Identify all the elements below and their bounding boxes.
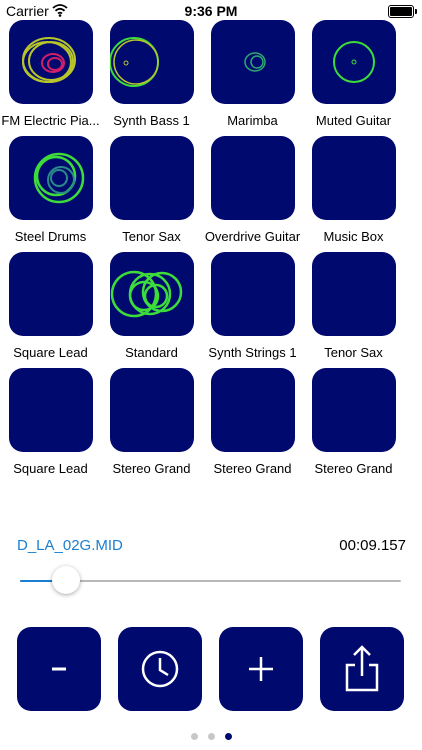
instrument-label: Standard bbox=[125, 345, 178, 360]
instrument-label: Muted Guitar bbox=[315, 113, 392, 128]
instrument-cell[interactable]: Music Box bbox=[303, 136, 404, 252]
playback-slider-thumb[interactable] bbox=[51, 566, 80, 594]
waveform-rings-visual bbox=[33, 152, 85, 204]
instrument-cell[interactable]: Marimba bbox=[202, 20, 303, 136]
instrument-label: Music Box bbox=[323, 229, 384, 244]
battery-icon bbox=[388, 5, 417, 18]
page-dot[interactable] bbox=[207, 733, 215, 740]
instrument-pad[interactable] bbox=[312, 20, 396, 104]
instrument-pad[interactable] bbox=[211, 136, 295, 220]
instrument-label: Square Lead bbox=[13, 345, 88, 360]
minus-icon bbox=[52, 667, 66, 671]
instrument-label: Stereo Grand bbox=[213, 461, 292, 476]
share-button[interactable] bbox=[320, 627, 404, 711]
waveform-rings-visual bbox=[110, 37, 159, 87]
instrument-label: Synth Bass 1 bbox=[113, 113, 190, 128]
elapsed-time: 00:09.157 bbox=[339, 537, 406, 554]
clock-icon bbox=[141, 650, 179, 688]
app-screen: Carrier 9:36 PM FM Electric Pia... Synth … bbox=[0, 0, 422, 750]
instrument-pad[interactable] bbox=[9, 368, 93, 452]
instrument-pad[interactable] bbox=[312, 252, 396, 336]
waveform-rings-visual bbox=[22, 37, 76, 83]
instrument-pad[interactable] bbox=[9, 252, 93, 336]
status-time: 9:36 PM bbox=[184, 3, 238, 19]
instrument-cell[interactable]: Steel Drums bbox=[0, 136, 101, 252]
instrument-pad[interactable] bbox=[110, 20, 194, 104]
instrument-label: FM Electric Pia... bbox=[1, 113, 100, 128]
share-icon bbox=[345, 645, 379, 692]
status-bar: Carrier 9:36 PM bbox=[0, 0, 422, 22]
instrument-cell[interactable]: Tenor Sax bbox=[303, 252, 404, 368]
instrument-cell[interactable]: Square Lead bbox=[0, 368, 101, 484]
waveform-rings-visual bbox=[110, 270, 183, 318]
instrument-label: Tenor Sax bbox=[324, 345, 383, 360]
instrument-pad[interactable] bbox=[9, 136, 93, 220]
instrument-label: Stereo Grand bbox=[112, 461, 191, 476]
instrument-cell[interactable]: Stereo Grand bbox=[101, 368, 202, 484]
midi-file-link[interactable]: D_LA_02G.MID bbox=[17, 537, 123, 554]
instrument-cell[interactable]: Muted Guitar bbox=[303, 20, 404, 136]
instrument-cell[interactable]: Synth Strings 1 bbox=[202, 252, 303, 368]
instrument-label: Stereo Grand bbox=[314, 461, 393, 476]
instrument-pad[interactable] bbox=[211, 368, 295, 452]
instrument-cell[interactable]: Synth Bass 1 bbox=[101, 20, 202, 136]
instrument-label: Overdrive Guitar bbox=[204, 229, 301, 244]
instrument-pad[interactable] bbox=[312, 136, 396, 220]
instrument-pad[interactable] bbox=[110, 368, 194, 452]
instrument-cell[interactable]: Standard bbox=[101, 252, 202, 368]
instrument-label: Marimba bbox=[227, 113, 278, 128]
instrument-cell[interactable]: Tenor Sax bbox=[101, 136, 202, 252]
instrument-pad[interactable] bbox=[110, 136, 194, 220]
minus-button[interactable] bbox=[17, 627, 101, 711]
waveform-rings-visual bbox=[333, 41, 375, 83]
instrument-label: Synth Strings 1 bbox=[208, 345, 297, 360]
instrument-cell[interactable]: Square Lead bbox=[0, 252, 101, 368]
add-button[interactable] bbox=[219, 627, 303, 711]
instrument-cell[interactable]: Stereo Grand bbox=[303, 368, 404, 484]
instrument-pad[interactable] bbox=[211, 252, 295, 336]
instrument-label: Steel Drums bbox=[14, 229, 87, 244]
instrument-cell[interactable]: Overdrive Guitar bbox=[202, 136, 303, 252]
page-dot[interactable] bbox=[224, 733, 232, 740]
instrument-pad[interactable] bbox=[211, 20, 295, 104]
instrument-label: Tenor Sax bbox=[122, 229, 181, 244]
history-button[interactable] bbox=[118, 627, 202, 711]
instrument-label: Square Lead bbox=[13, 461, 88, 476]
waveform-rings-visual bbox=[244, 52, 266, 72]
instrument-pad[interactable] bbox=[312, 368, 396, 452]
instrument-pad[interactable] bbox=[110, 252, 194, 336]
page-indicator[interactable] bbox=[0, 727, 422, 745]
instrument-cell[interactable]: FM Electric Pia... bbox=[0, 20, 101, 136]
instrument-pad[interactable] bbox=[9, 20, 93, 104]
plus-icon bbox=[249, 657, 273, 681]
page-dot[interactable] bbox=[190, 733, 198, 740]
instrument-cell[interactable]: Stereo Grand bbox=[202, 368, 303, 484]
